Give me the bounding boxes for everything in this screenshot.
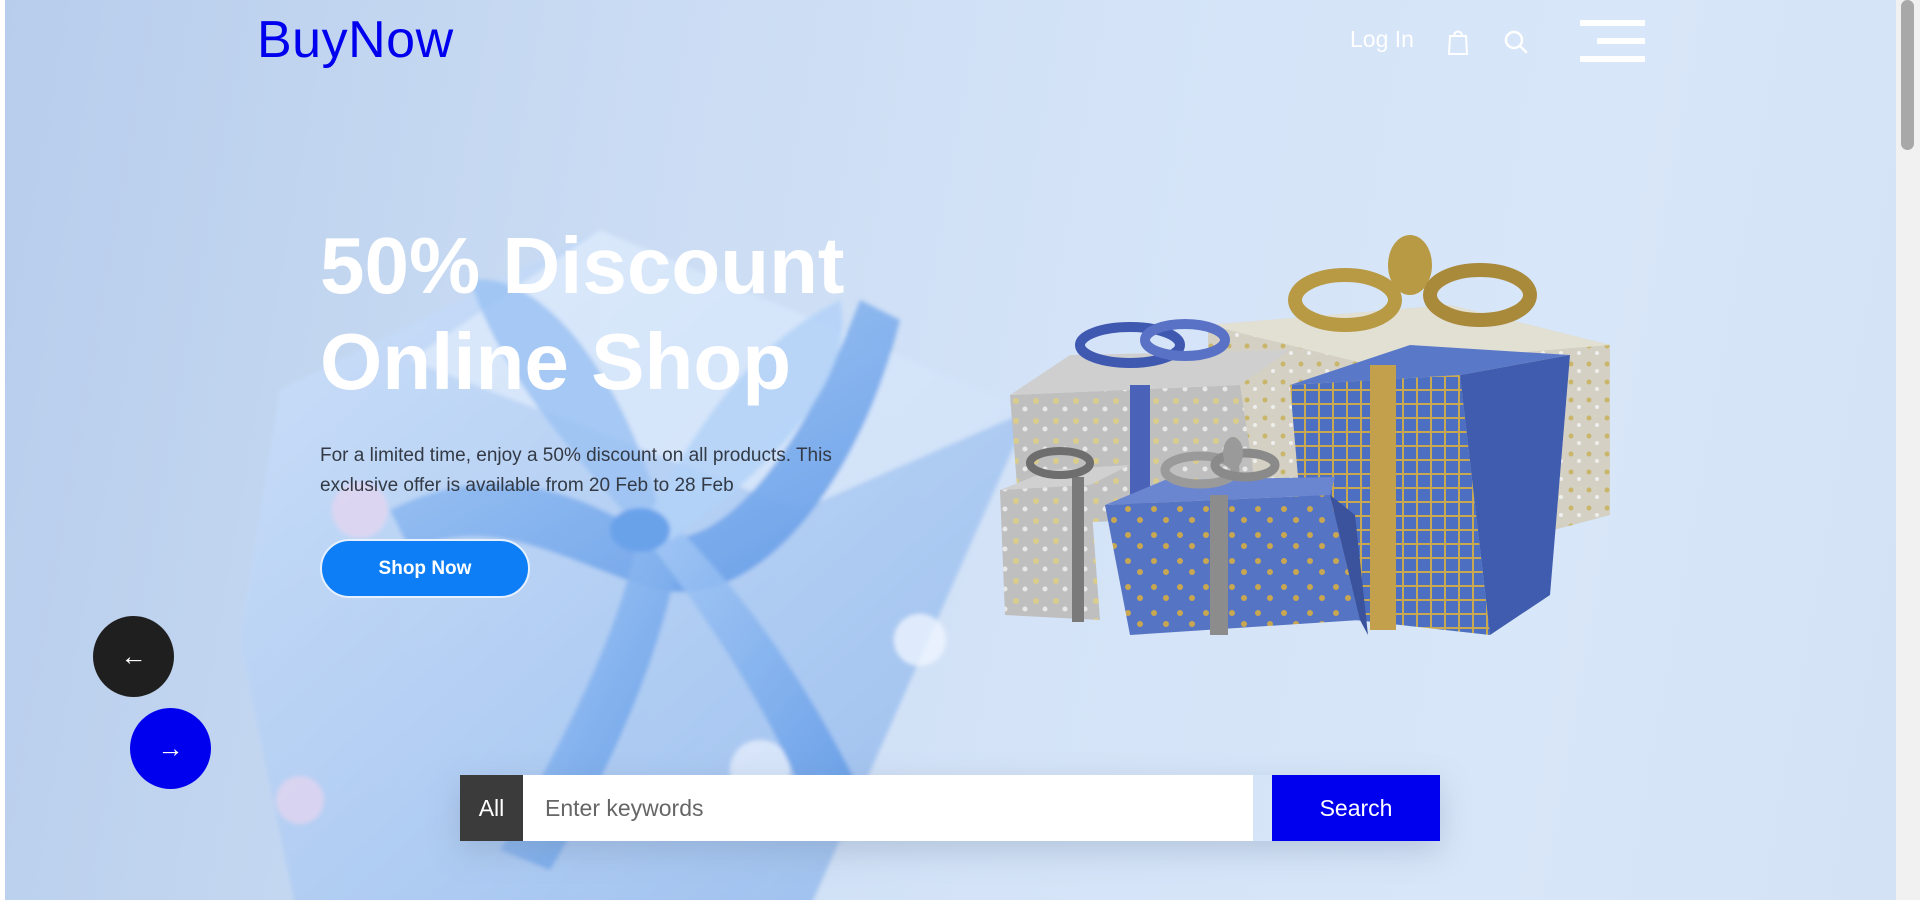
hero-banner: BuyNow Log In 50% Discount Online Shop F… [0,0,1896,900]
scrollbar[interactable] [1896,0,1920,900]
category-select[interactable]: All [460,775,523,841]
headline-line-2: Online Shop [320,317,792,406]
scrollbar-thumb[interactable] [1901,0,1914,150]
hamburger-menu-icon[interactable] [1580,20,1645,62]
page-edge [0,0,5,900]
search-input[interactable] [523,775,1253,841]
brand-logo[interactable]: BuyNow [257,10,454,70]
arrow-left-icon: ← [120,641,147,671]
shop-now-button[interactable]: Shop Now [320,539,530,598]
next-slide-button[interactable]: → [130,708,211,789]
prev-slide-button[interactable]: ← [93,616,174,697]
search-button[interactable]: Search [1272,775,1440,841]
gift-boxes-image [1000,235,1610,635]
shopping-bag-icon[interactable] [1447,28,1469,56]
arrow-right-icon: → [157,733,184,763]
search-icon[interactable] [1503,28,1529,56]
hero-description: For a limited time, enjoy a 50% discount… [320,445,832,496]
headline-line-1: 50% Discount [320,221,845,310]
login-link[interactable]: Log In [1350,26,1414,53]
hero-headline: 50% Discount Online Shop [320,218,845,410]
search-bar: All Search [460,775,1440,841]
